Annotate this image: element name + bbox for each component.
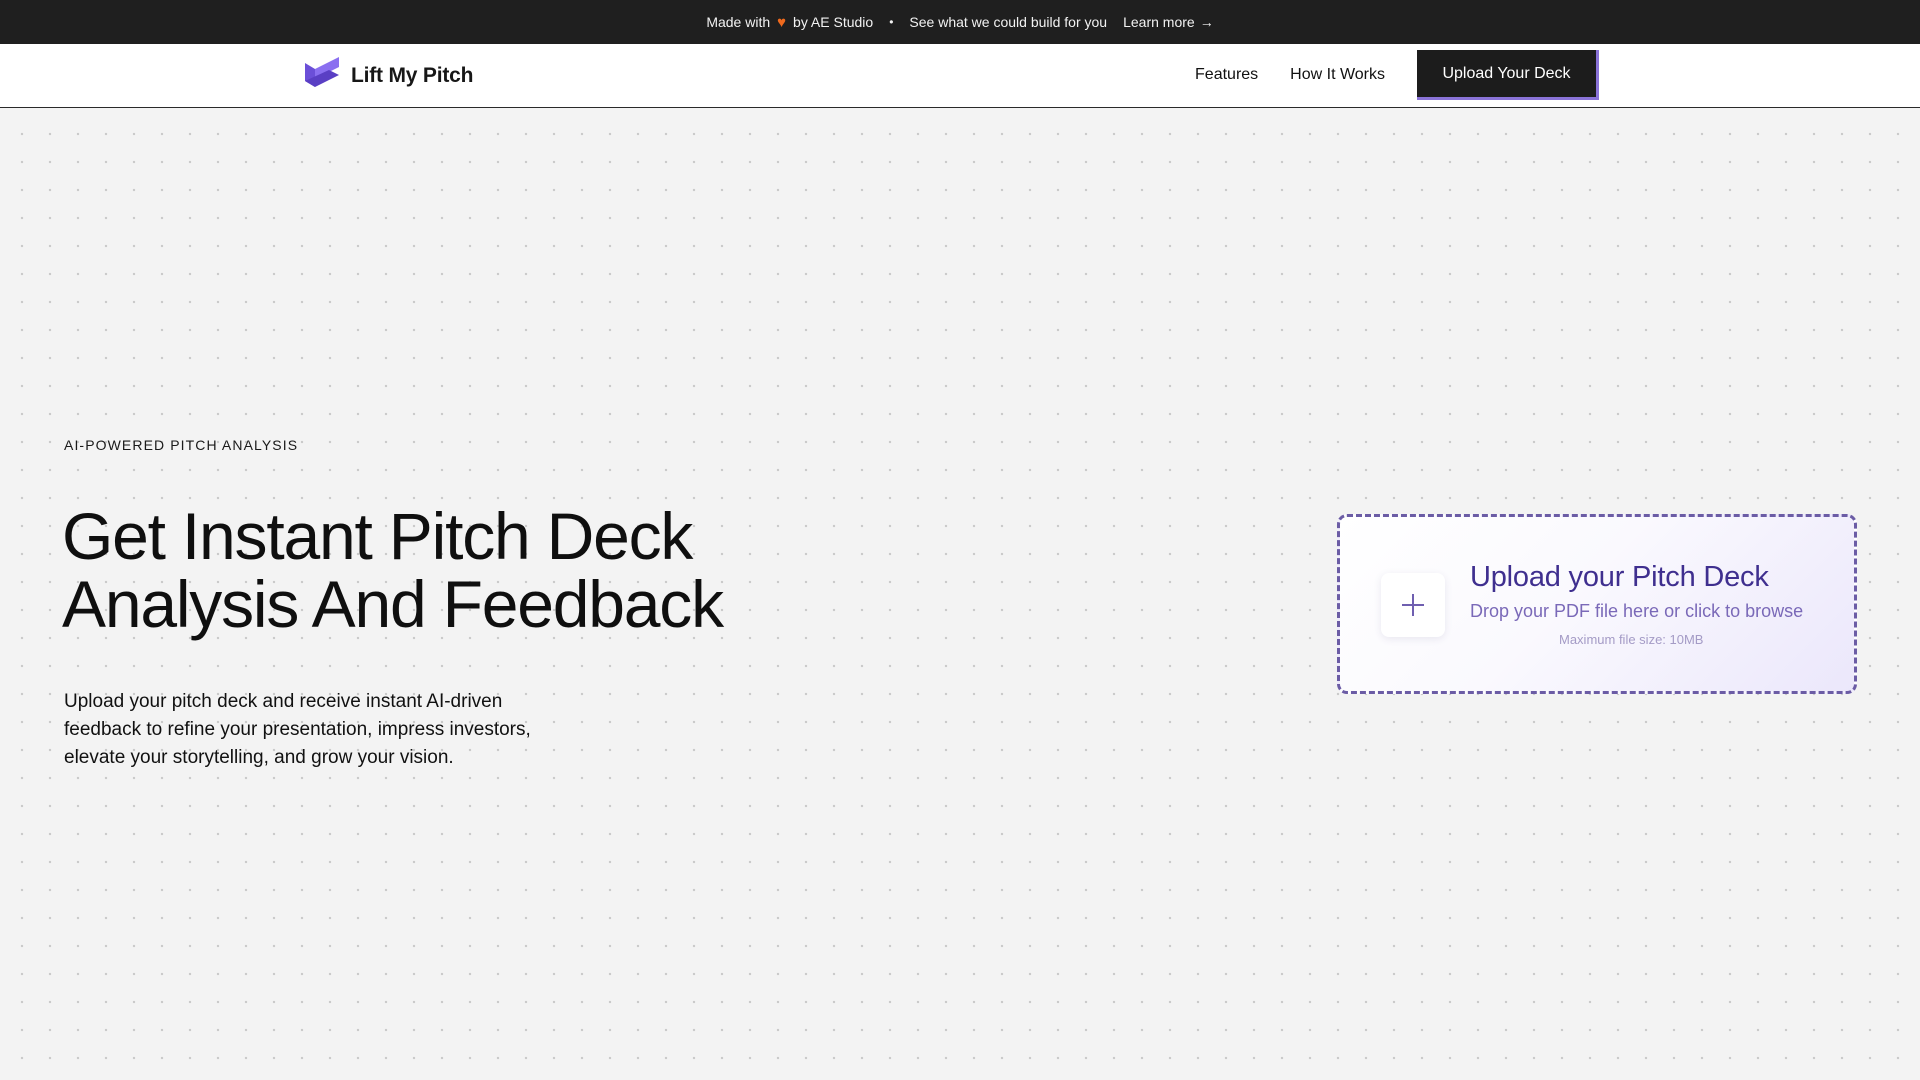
arrow-right-icon: → bbox=[1199, 14, 1214, 30]
made-with-text: Made with bbox=[706, 14, 771, 30]
heart-icon: ♥ bbox=[777, 13, 787, 31]
brand-name: Lift My Pitch bbox=[351, 64, 474, 87]
by-studio-text: by AE Studio bbox=[793, 14, 874, 30]
upload-dropzone[interactable]: Upload your Pitch Deck Drop your PDF fil… bbox=[1337, 514, 1857, 694]
upload-description: Drop your PDF file here or click to brow… bbox=[1470, 601, 1804, 621]
subtext-line-3: elevate your storytelling, and grow your… bbox=[64, 747, 454, 768]
learn-more-link[interactable]: Learn more → bbox=[1123, 14, 1214, 30]
subtext-line-2: feedback to refine your presentation, im… bbox=[64, 719, 531, 740]
hero-eyebrow: AI-POWERED PITCH ANALYSIS bbox=[64, 437, 299, 453]
lift-my-pitch-logo-icon bbox=[303, 56, 341, 96]
hero-headline: Get Instant Pitch Deck Analysis And Feed… bbox=[62, 502, 862, 638]
upload-title: Upload your Pitch Deck bbox=[1470, 561, 1769, 593]
made-with-group: Made with ♥ by AE Studio bbox=[706, 14, 873, 30]
upload-deck-button[interactable]: Upload Your Deck bbox=[1417, 50, 1599, 100]
pitch-text: See what we could build for you bbox=[909, 14, 1108, 30]
main-navigation: Lift My Pitch Features How It Works Uplo… bbox=[0, 44, 1920, 108]
headline-line-1: Get Instant Pitch Deck bbox=[62, 499, 693, 573]
learn-more-label: Learn more bbox=[1123, 14, 1195, 30]
nav-links: Features How It Works Upload Your Deck bbox=[1195, 50, 1599, 100]
subtext-line-1: Upload your pitch deck and receive insta… bbox=[64, 691, 503, 712]
upload-plus-button[interactable] bbox=[1381, 573, 1445, 637]
plus-icon bbox=[1402, 594, 1424, 616]
upload-size-limit: Maximum file size: 10MB bbox=[1559, 632, 1704, 647]
separator-dot: • bbox=[889, 15, 894, 29]
nav-link-features[interactable]: Features bbox=[1195, 66, 1258, 84]
headline-line-2: Analysis And Feedback bbox=[62, 567, 724, 641]
announcement-bar: Made with ♥ by AE Studio • See what we c… bbox=[0, 0, 1920, 44]
hero-subtext: Upload your pitch deck and receive insta… bbox=[64, 688, 624, 772]
brand-home-link[interactable]: Lift My Pitch bbox=[303, 56, 474, 96]
nav-link-how-it-works[interactable]: How It Works bbox=[1290, 66, 1385, 84]
